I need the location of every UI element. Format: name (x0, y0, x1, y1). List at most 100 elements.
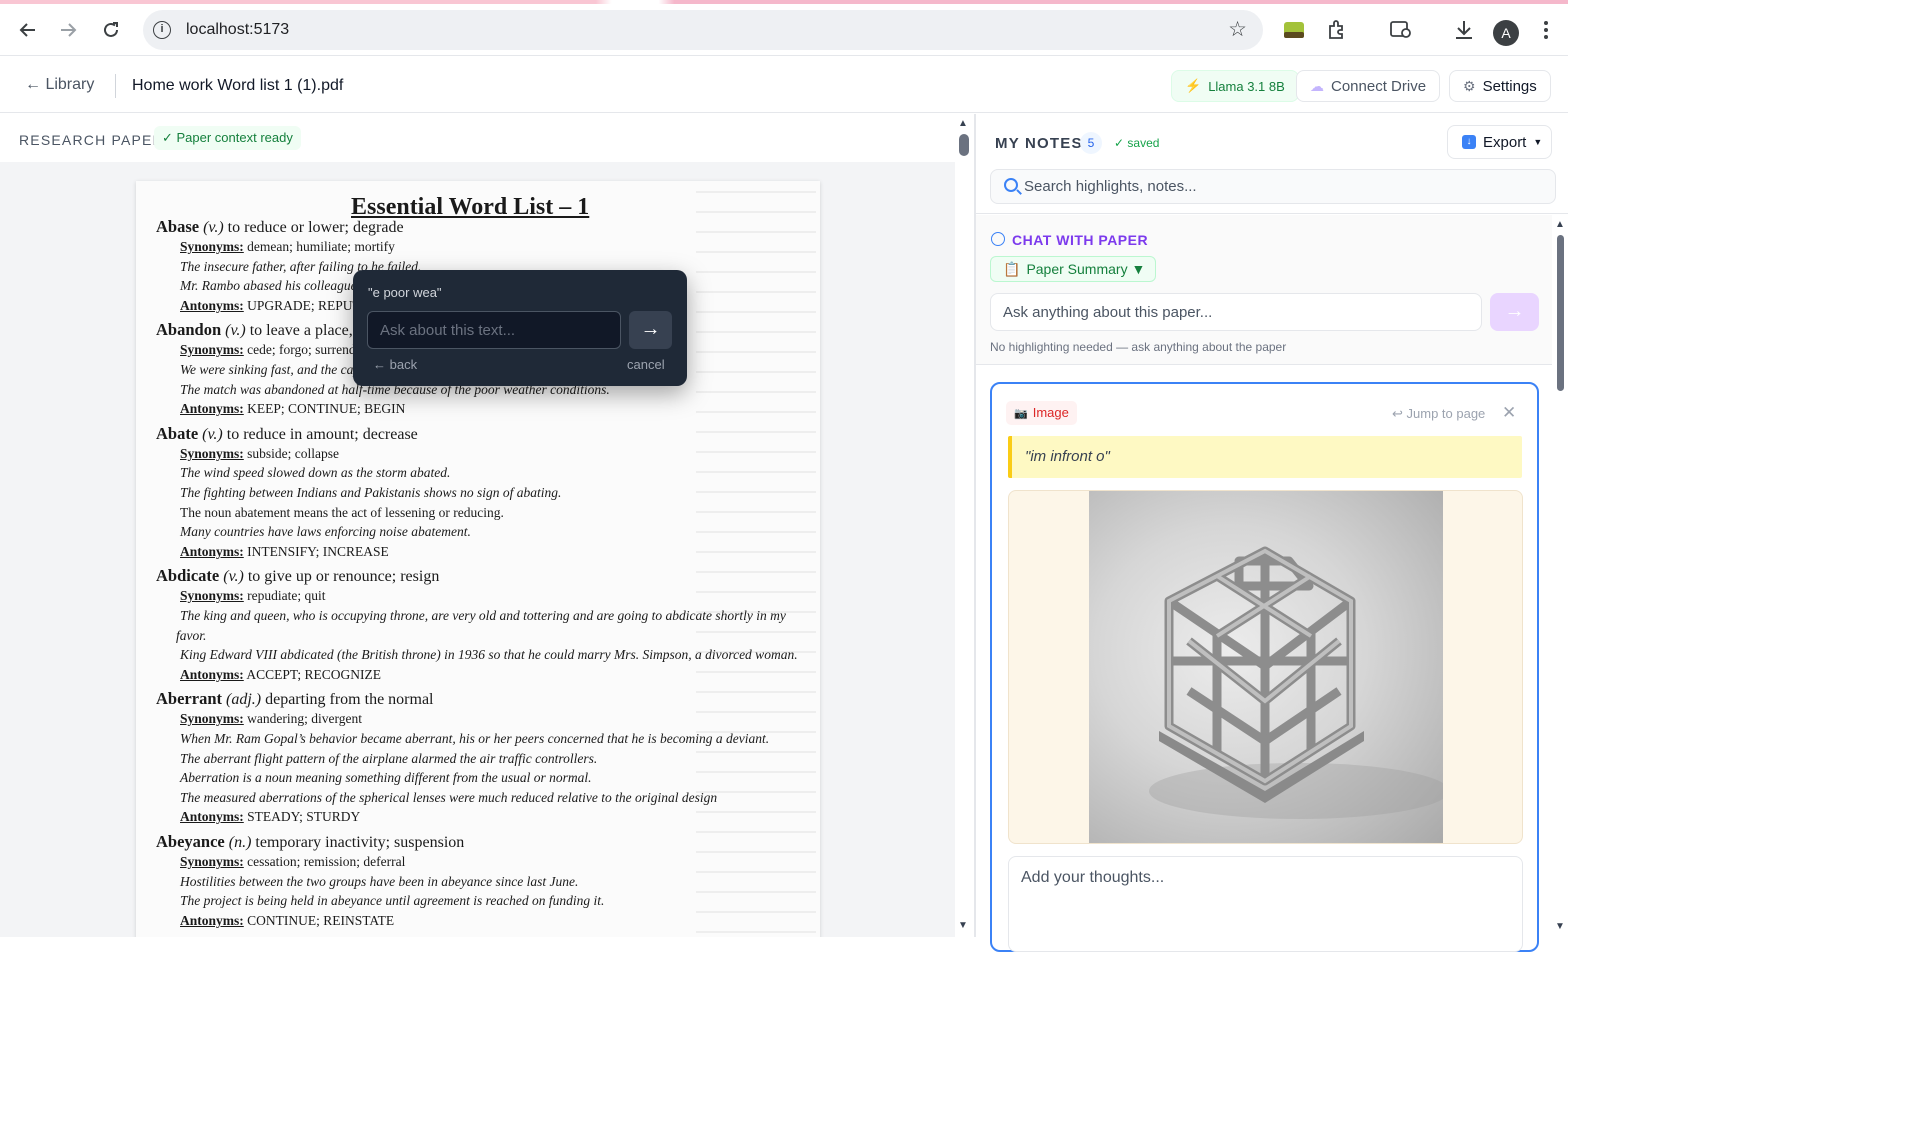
lattice-cube-image[interactable] (1089, 491, 1449, 843)
app-header: ← Library Home work Word list 1 (1).pdf … (0, 57, 1568, 113)
chat-title: CHAT WITH PAPER (1012, 232, 1149, 248)
notes-search-input[interactable] (1024, 170, 1544, 203)
scroll-up-icon[interactable]: ▲ (1555, 219, 1565, 230)
profile-avatar[interactable]: A (1493, 20, 1519, 46)
url-text: localhost:5173 (186, 21, 290, 38)
cloud-icon: ☁ (1310, 77, 1324, 94)
popup-cancel-link[interactable]: cancel (627, 357, 665, 372)
entry-word: Abeyance (156, 832, 225, 851)
entry-heading: Abeyance (n.) temporary inactivity; suspe… (156, 832, 464, 852)
synonyms-label: Synonyms: (180, 342, 244, 358)
chat-hint: No highlighting needed — ask anything ab… (990, 340, 1287, 354)
synonyms-line: Synonyms: repudiate; quit (180, 588, 326, 604)
part-of-speech: (v.) (225, 322, 246, 340)
synonyms-line: Antonyms: CONTINUE; REINSTATE (180, 913, 394, 929)
reader-scrollbar[interactable]: ▲ ▼ (955, 114, 973, 937)
forward-arrow-icon[interactable] (52, 14, 84, 46)
popup-back-link[interactable]: ← back (373, 357, 417, 372)
sentence-text: Many countries have laws enforcing noise… (180, 524, 471, 540)
paper-summary-label: Paper Summary ▼ (1026, 261, 1146, 277)
globe-icon (991, 232, 1005, 246)
example-sentence: The project is being held in abeyance un… (180, 893, 604, 909)
example-sentence: King Edward VIII abdicated (the British … (180, 647, 798, 663)
selected-text-quote: "e poor wea" (368, 285, 442, 300)
entry-word: Abandon (156, 320, 222, 340)
synonyms-label: Synonyms: (180, 588, 244, 604)
highlight-quote: "im infront o" (1008, 436, 1522, 478)
sentence-text: The king and queen, who is occupying thr… (180, 608, 786, 623)
part-of-speech: (v.) (202, 425, 223, 443)
thoughts-input[interactable] (1008, 856, 1523, 952)
sentence-text: The measured aberrations of the spherica… (180, 789, 718, 805)
camera-icon: 📷 (1014, 408, 1028, 420)
chat-send-button[interactable]: → (1490, 293, 1539, 331)
ask-selection-input[interactable] (367, 311, 621, 349)
synonyms-values: cessation; remission; deferral (243, 854, 406, 869)
synonyms-values: ACCEPT; RECOGNIZE (243, 666, 382, 682)
synonyms-line: Antonyms: KEEP; CONTINUE; BEGIN (180, 401, 405, 417)
entry-heading: Abdicate (v.) to give up or renounce; res… (156, 566, 439, 586)
synonyms-values: cede; forgo; surrender (243, 342, 367, 358)
back-arrow-icon[interactable] (12, 14, 44, 46)
definition: to reduce or lower; degrade (223, 219, 404, 236)
synonyms-label: Antonyms: (180, 401, 244, 417)
bookmark-star-icon[interactable]: ☆ (1228, 17, 1247, 42)
note-type-label: Image (1032, 405, 1069, 420)
paper-summary-button[interactable]: 📋 Paper Summary ▼ (990, 256, 1157, 282)
example-sentence: Aberration is a noun meaning something d… (180, 770, 592, 786)
chat-input[interactable] (990, 293, 1482, 331)
browser-menu-icon[interactable] (1534, 18, 1558, 42)
sentence-text: The wind speed slowed down as the storm … (180, 465, 451, 481)
notes-search[interactable] (990, 169, 1556, 204)
address-bar[interactable]: i localhost:5173 ☆ (143, 10, 1263, 50)
note-card[interactable]: 📷 Image ↩ Jump to page ✕ "im infront o" (990, 382, 1539, 952)
clipboard-icon: 📋 (1003, 261, 1021, 277)
example-sentence: The fighting between Indians and Pakista… (180, 485, 561, 501)
example-sentence: We were sinking fast, and the cap (180, 362, 360, 378)
synonyms-label: Antonyms: (180, 809, 244, 825)
part-of-speech: (v.) (223, 568, 244, 586)
sentence-text: favor. (176, 627, 207, 643)
connect-drive-button[interactable]: ☁ Connect Drive (1296, 70, 1441, 102)
synonyms-values: wandering; divergent (243, 711, 362, 727)
bleed-through-text (696, 191, 816, 937)
synonyms-label: Synonyms: (180, 239, 244, 254)
settings-button[interactable]: ⚙ Settings (1449, 70, 1551, 102)
extension-icon[interactable] (1282, 18, 1306, 42)
sentence-text: King Edward VIII abdicated (the British … (180, 647, 798, 663)
reload-icon[interactable] (95, 14, 127, 46)
synonyms-values: UPGRADE; REPUTE (243, 297, 370, 313)
site-info-icon[interactable]: i (153, 21, 171, 39)
document-title: Home work Word list 1 (1).pdf (132, 77, 344, 94)
lightning-icon: ⚡ (1185, 78, 1202, 93)
synonyms-line: Antonyms: INTENSIFY; INCREASE (180, 544, 389, 560)
ask-submit-button[interactable]: → (629, 311, 672, 349)
example-sentence: The aberrant flight pattern of the airpl… (180, 751, 597, 767)
reading-mode-icon[interactable] (1389, 18, 1413, 42)
entry-word: Abase (156, 217, 200, 236)
scroll-down-icon[interactable]: ▼ (1555, 921, 1565, 932)
model-badge[interactable]: ⚡ Llama 3.1 8B (1171, 70, 1299, 102)
notes-scroll-thumb[interactable] (1557, 235, 1564, 391)
reader-scroll-thumb[interactable] (959, 134, 969, 156)
pdf-reader: RESEARCH PAPER ✓ Paper context ready Ess… (0, 114, 955, 937)
download-icon[interactable] (1452, 18, 1476, 42)
browser-toolbar: i localhost:5173 ☆ A (0, 4, 1568, 56)
download-icon: ↓ (1462, 135, 1476, 149)
scroll-up-icon[interactable]: ▲ (958, 118, 968, 129)
extensions-puzzle-icon[interactable] (1326, 18, 1350, 42)
export-button[interactable]: ↓ Export ▼ (1447, 125, 1552, 159)
context-ready-badge: ✓ Paper context ready (154, 126, 301, 150)
synonyms-line: Antonyms: UPGRADE; REPUTE (180, 298, 369, 314)
synonyms-line: Synonyms: subside; collapse (180, 446, 339, 462)
notes-scrollbar[interactable]: ▲ ▼ (1553, 215, 1568, 937)
export-label: Export (1483, 133, 1527, 151)
close-icon[interactable]: ✕ (1502, 403, 1516, 423)
synonyms-label: Synonyms: (180, 445, 244, 461)
jump-to-page-link[interactable]: ↩ Jump to page (1392, 406, 1485, 422)
chat-with-paper: CHAT WITH PAPER 📋 Paper Summary ▼ → No hi… (976, 215, 1552, 365)
scroll-down-icon[interactable]: ▼ (958, 920, 968, 931)
back-to-library-link[interactable]: ← Library (25, 76, 94, 94)
reader-header: RESEARCH PAPER ✓ Paper context ready (0, 114, 955, 162)
synonyms-line: Synonyms: cede; forgo; surrender (180, 342, 366, 358)
